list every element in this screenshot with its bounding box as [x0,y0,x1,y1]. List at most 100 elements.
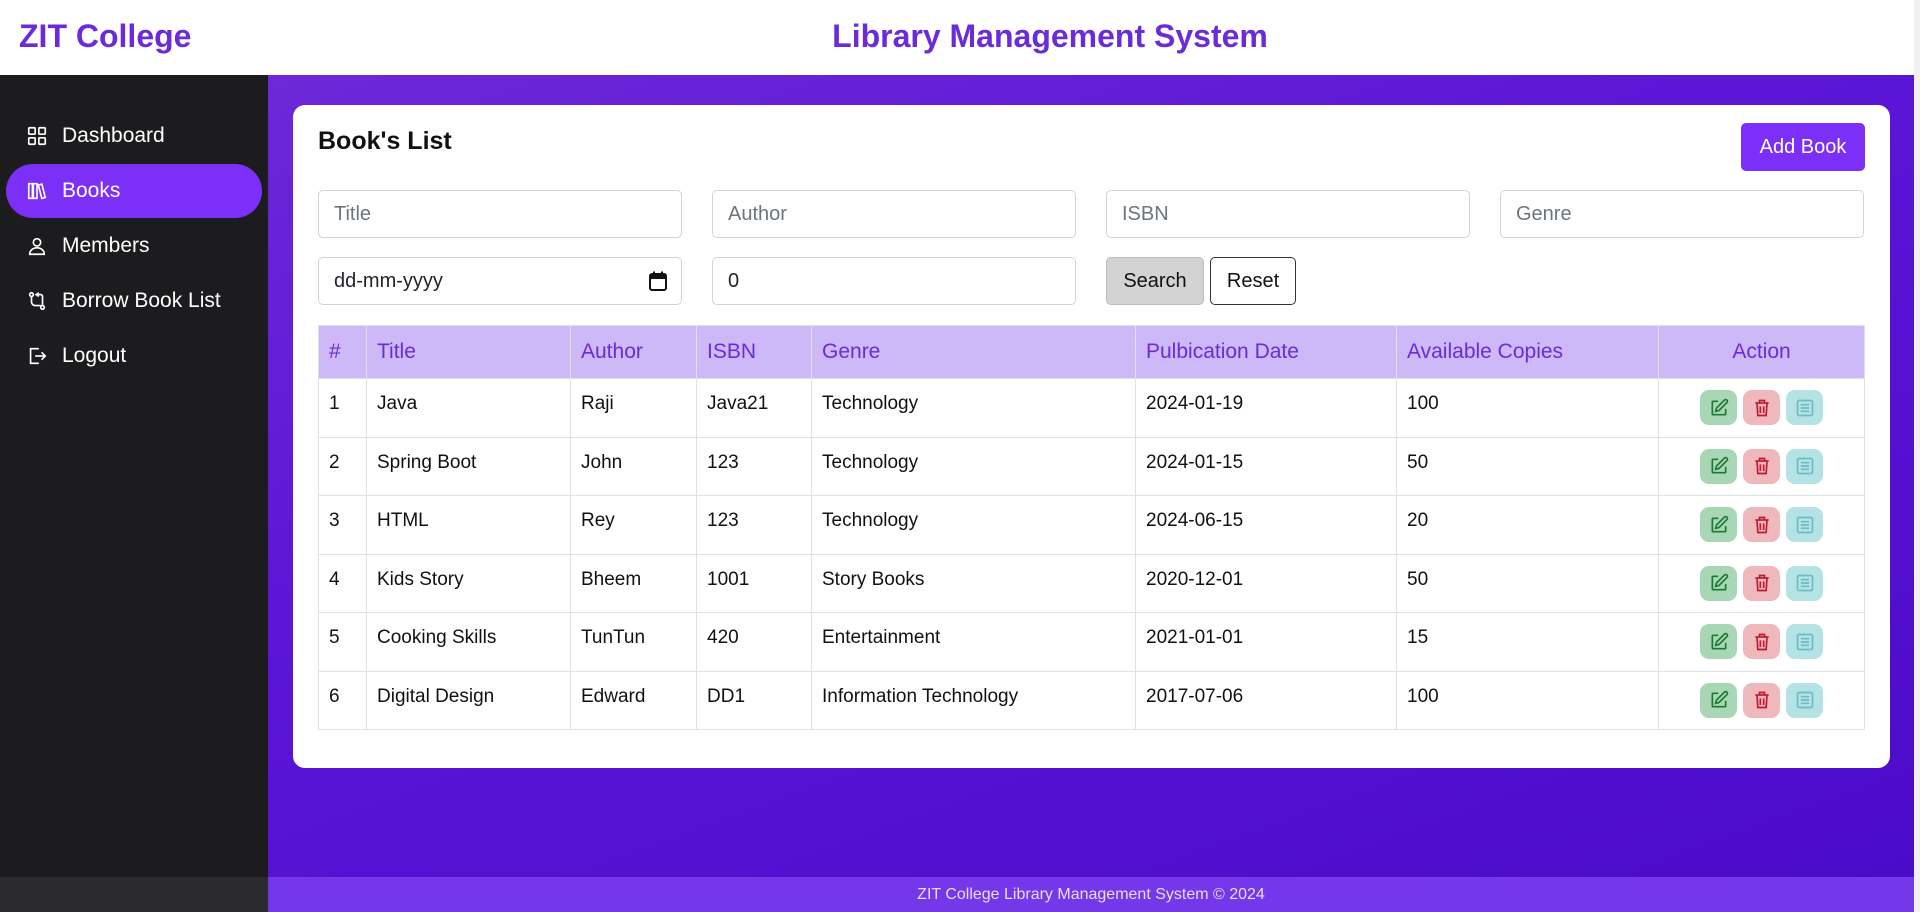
details-button[interactable] [1786,507,1823,542]
edit-icon [1709,573,1729,593]
list-icon [1795,398,1815,418]
books-table: # Title Author ISBN Genre Pulbication Da… [318,325,1865,730]
reset-button[interactable]: Reset [1210,257,1296,305]
edit-icon [1709,632,1729,652]
column-header-title: Title [366,325,571,379]
edit-icon [1709,515,1729,535]
table-row: 5 Cooking Skills TunTun 420 Entertainment 202… [318,612,1865,672]
cell-number: 1 [318,378,367,438]
add-book-button[interactable]: Add Book [1741,123,1865,171]
copies-value: 0 [728,269,740,292]
sidebar-item-label: Logout [62,344,127,367]
sidebar-item-label: Books [62,179,121,202]
logout-icon [26,345,48,367]
isbn-filter-input[interactable]: ISBN [1106,190,1470,238]
edit-button[interactable] [1700,448,1737,484]
details-button[interactable] [1786,682,1823,718]
list-icon [1795,456,1815,476]
cell-genre: Entertainment [811,612,1136,672]
cell-isbn: 1001 [696,553,812,613]
available-copies-filter-input[interactable]: 0 [712,257,1076,305]
books-icon [26,180,48,202]
cell-author: John [570,436,697,496]
search-button[interactable]: Search [1106,257,1204,305]
edit-button[interactable] [1700,507,1737,542]
edit-button[interactable] [1700,624,1737,659]
edit-icon [1709,456,1729,476]
cell-publication-date: 2020-12-01 [1135,553,1397,613]
trash-icon [1752,515,1772,535]
delete-button[interactable] [1743,624,1780,659]
sidebar-item-dashboard[interactable]: Dashboard [6,109,262,163]
cell-actions [1658,553,1865,613]
trash-icon [1752,690,1772,710]
edit-button[interactable] [1700,682,1737,718]
cell-number: 2 [318,436,367,496]
cell-available-copies: 100 [1396,670,1659,730]
cell-actions [1658,612,1865,672]
trash-icon [1752,632,1772,652]
trash-icon [1752,398,1772,418]
sidebar: Dashboard Books Members Borrow Book List… [0,75,268,912]
delete-button[interactable] [1743,565,1780,601]
details-button[interactable] [1786,624,1823,659]
cell-author: Rey [570,495,697,555]
column-header-genre: Genre [811,325,1136,379]
cell-author: Edward [570,670,697,730]
cell-title: Spring Boot [366,436,571,496]
sidebar-item-logout[interactable]: Logout [6,329,262,383]
publication-date-filter-input[interactable]: dd-mm-yyyy [318,257,682,305]
cell-number: 6 [318,670,367,730]
sidebar-item-borrow-book-list[interactable]: Borrow Book List [6,274,262,328]
cell-available-copies: 100 [1396,378,1659,438]
cell-genre: Technology [811,436,1136,496]
edit-button[interactable] [1700,565,1737,601]
delete-button[interactable] [1743,507,1780,542]
column-header-available-copies: Available Copies [1396,325,1659,379]
cell-available-copies: 50 [1396,553,1659,613]
list-icon [1795,573,1815,593]
edit-icon [1709,398,1729,418]
cell-isbn: Java21 [696,378,812,438]
cell-author: TunTun [570,612,697,672]
cell-publication-date: 2024-01-15 [1135,436,1397,496]
books-table-body: 1 Java Raji Java21 Technology 2024-01-19 100 2 S… [318,378,1865,730]
cell-number: 4 [318,553,367,613]
dashboard-icon [26,125,48,147]
column-header-action: Action [1658,325,1865,379]
edit-button[interactable] [1700,390,1737,425]
title-filter-input[interactable]: Title [318,190,682,238]
genre-filter-input[interactable]: Genre [1500,190,1864,238]
column-header-number: # [318,325,367,379]
date-placeholder: dd-mm-yyyy [334,269,443,292]
table-row: 6 Digital Design Edward DD1 Information Tech… [318,670,1865,730]
sidebar-item-books[interactable]: Books [6,164,262,218]
details-button[interactable] [1786,448,1823,484]
delete-button[interactable] [1743,682,1780,718]
delete-button[interactable] [1743,390,1780,425]
cell-isbn: 420 [696,612,812,672]
list-icon [1795,515,1815,535]
borrow-icon [26,290,48,312]
cell-isbn: 123 [696,436,812,496]
main-content: Book's List Add Book Title Author ISBN G… [268,75,1914,877]
author-filter-input[interactable]: Author [712,190,1076,238]
cell-isbn: 123 [696,495,812,555]
details-button[interactable] [1786,390,1823,425]
table-row: 3 HTML Rey 123 Technology 2024-06-15 20 [318,495,1865,555]
cell-publication-date: 2017-07-06 [1135,670,1397,730]
delete-button[interactable] [1743,448,1780,484]
cell-title: Kids Story [366,553,571,613]
column-header-author: Author [570,325,697,379]
cell-genre: Technology [811,378,1136,438]
cell-title: HTML [366,495,571,555]
details-button[interactable] [1786,565,1823,601]
genre-placeholder: Genre [1516,202,1572,225]
calendar-icon[interactable] [649,271,667,291]
cell-number: 5 [318,612,367,672]
sidebar-item-members[interactable]: Members [6,219,262,273]
user-icon [26,235,48,257]
page-scrollbar[interactable] [1914,0,1920,912]
cell-number: 3 [318,495,367,555]
cell-publication-date: 2024-06-15 [1135,495,1397,555]
